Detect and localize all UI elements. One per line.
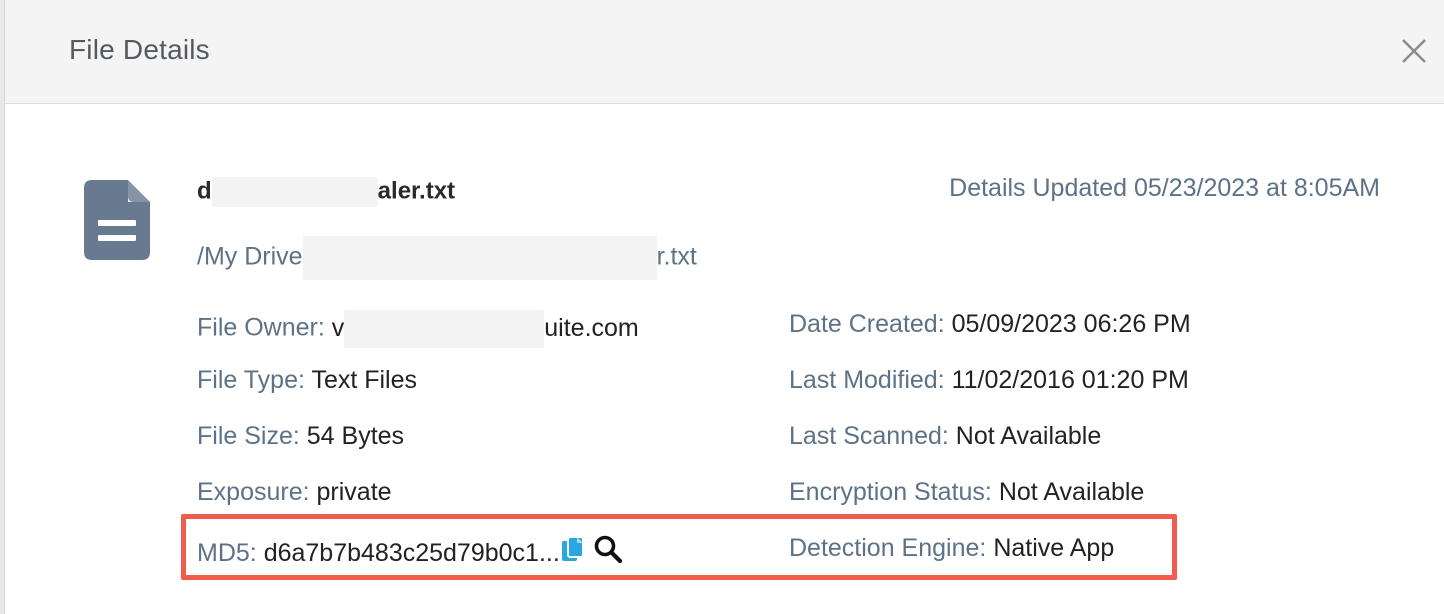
exposure-value: private [316, 478, 392, 506]
file-type-row: File Type: Text Files [197, 366, 417, 395]
file-size-row: File Size: 54 Bytes [197, 422, 404, 451]
file-owner-label: File Owner: [197, 313, 325, 342]
file-size-label: File Size: [197, 422, 300, 450]
date-created-row: Date Created: 05/09/2023 06:26 PM [789, 310, 1191, 339]
file-type-label: File Type: [197, 366, 305, 394]
details-updated-timestamp: Details Updated 05/23/2023 at 8:05AM [949, 174, 1380, 202]
close-icon[interactable] [1399, 36, 1429, 66]
last-scanned-row: Last Scanned: Not Available [789, 422, 1101, 451]
encryption-status-value: Not Available [998, 478, 1145, 506]
file-path: /My Drive r.txt [197, 236, 697, 280]
last-scanned-label: Last Scanned: [789, 422, 949, 450]
exposure-label: Exposure: [197, 478, 310, 506]
file-path-end: r.txt [656, 242, 697, 271]
file-type-value: Text Files [311, 366, 418, 394]
redacted-block [211, 177, 378, 207]
file-name-start: d [197, 177, 212, 205]
file-name: d aler.txt [197, 177, 455, 207]
owner-end: uite.com [544, 313, 639, 342]
encryption-status-label: Encryption Status: [789, 478, 992, 506]
redacted-block [344, 310, 545, 348]
file-owner-row: File Owner: v uite.com [197, 310, 639, 348]
file-name-end: aler.txt [377, 177, 456, 205]
encryption-status-row: Encryption Status: Not Available [789, 478, 1144, 507]
highlight-box [181, 514, 1177, 580]
file-text-icon [84, 180, 150, 260]
last-modified-value: 11/02/2016 01:20 PM [951, 366, 1189, 394]
file-size-value: 54 Bytes [306, 422, 405, 450]
file-owner-value: v uite.com [331, 310, 639, 348]
modal-header: File Details [5, 0, 1444, 104]
exposure-row: Exposure: private [197, 478, 392, 507]
last-modified-row: Last Modified: 11/02/2016 01:20 PM [789, 366, 1189, 395]
date-created-value: 05/09/2023 06:26 PM [951, 310, 1191, 338]
redacted-block [302, 236, 657, 280]
owner-start: v [331, 313, 345, 342]
last-scanned-value: Not Available [955, 422, 1102, 450]
file-path-start: /My Drive [197, 242, 303, 271]
date-created-label: Date Created: [789, 310, 945, 338]
modal-title: File Details [69, 34, 210, 65]
file-details-modal: File Details d aler.txt /My Drive r.txt De… [4, 0, 1444, 614]
last-modified-label: Last Modified: [789, 366, 945, 394]
